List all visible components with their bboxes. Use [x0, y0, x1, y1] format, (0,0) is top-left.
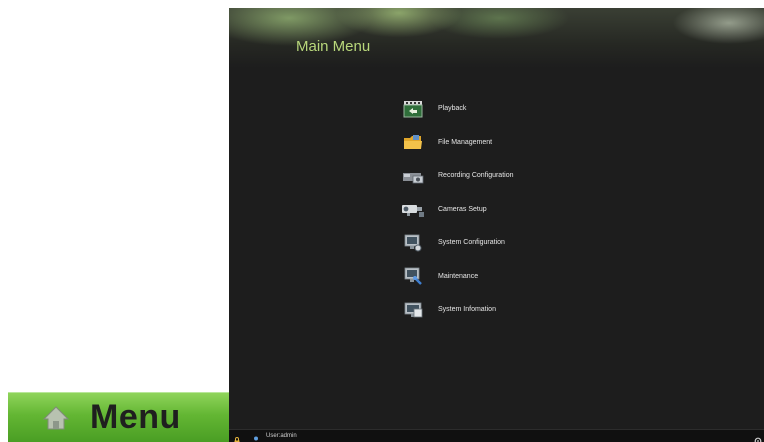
menu-item-cameras-setup[interactable]: Cameras Setup — [391, 193, 651, 227]
menu-item-system-information[interactable]: System Infomation — [391, 293, 651, 327]
header-banner: Main Menu — [229, 8, 764, 68]
menu-item-label: System Infomation — [438, 306, 496, 314]
menu-item-label: Cameras Setup — [438, 205, 487, 213]
page-title: Main Menu — [296, 38, 371, 55]
menu-item-label: Playback — [438, 105, 467, 113]
menu-item-playback[interactable]: Playback — [391, 92, 651, 126]
menu-tab[interactable]: Menu — [8, 392, 230, 442]
menu-item-maintenance[interactable]: Maintenance — [391, 260, 651, 294]
lock-icon[interactable] — [234, 432, 240, 442]
menu-tab-label: Menu — [90, 398, 181, 436]
menu-item-label: System Configuration — [438, 239, 505, 247]
playback-icon — [401, 100, 425, 118]
gear-icon[interactable] — [754, 432, 762, 442]
home-icon[interactable] — [42, 404, 70, 432]
user-status-text: User:admin — [266, 433, 297, 439]
menu-item-system-configuration[interactable]: System Configuration — [391, 226, 651, 260]
status-bar: User:admin — [229, 429, 764, 442]
system-config-icon — [401, 234, 425, 252]
menu-item-label: Maintenance — [438, 272, 479, 280]
camera-icon — [401, 200, 425, 218]
system-info-icon — [401, 301, 425, 319]
menu-item-recording-configuration[interactable]: Recording Configuration — [391, 159, 651, 193]
menu-item-label: Recording Configuration — [438, 172, 514, 180]
menu-item-label: File Management — [438, 138, 493, 146]
user-icon — [252, 432, 260, 441]
dvr-screen: Main Menu Playback File Management Recor… — [229, 8, 764, 442]
main-menu-list: Playback File Management Recording Confi… — [391, 92, 651, 327]
maintenance-icon — [401, 267, 425, 286]
menu-item-file-management[interactable]: File Management — [391, 126, 651, 160]
recorder-icon — [401, 167, 425, 185]
folder-icon — [401, 133, 425, 151]
